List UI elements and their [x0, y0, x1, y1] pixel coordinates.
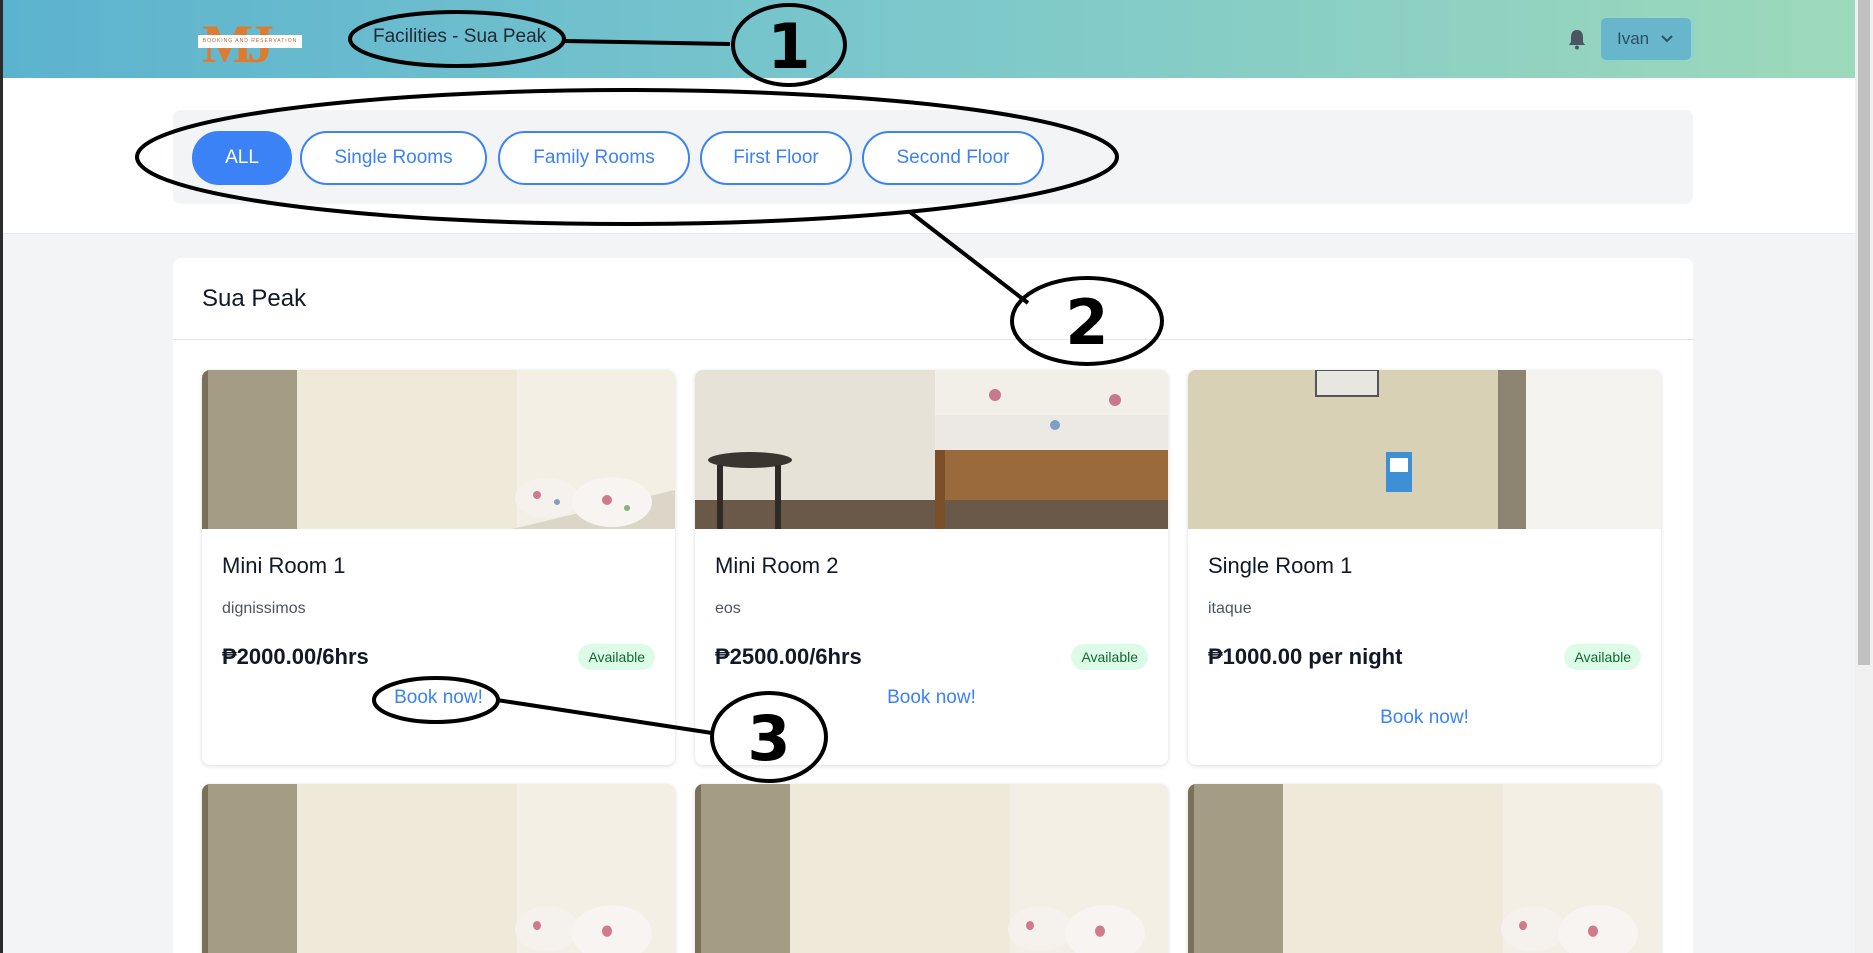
status-badge: Available [1071, 644, 1148, 670]
room-photo [695, 784, 1168, 953]
navbar-divider [1691, 20, 1693, 58]
room-price: ₱2000.00/6hrs [222, 644, 369, 669]
room-card [695, 784, 1168, 953]
status-badge: Available [1564, 644, 1641, 670]
bell-icon[interactable] [1567, 28, 1587, 50]
page-title: Facilities - Sua Peak [373, 26, 547, 47]
filter-all[interactable]: ALL [192, 131, 292, 185]
book-now-link[interactable]: Book now! [695, 687, 1168, 709]
filter-first-floor[interactable]: First Floor [700, 131, 852, 185]
room-name: Mini Room 2 [715, 553, 839, 578]
room-price: ₱2500.00/6hrs [715, 644, 862, 669]
filter-section: ALL Single Rooms Family Rooms First Floo… [3, 78, 1855, 234]
room-name: Mini Room 1 [222, 553, 346, 578]
room-card [1188, 784, 1661, 953]
room-description: itaque [1208, 600, 1252, 617]
room-price: ₱1000.00 per night [1208, 644, 1403, 669]
room-card [202, 784, 675, 953]
top-navbar: MJ BOOKING AND RESERVATION Facilities - … [3, 0, 1855, 78]
status-badge: Available [578, 644, 655, 670]
room-photo [695, 370, 1168, 529]
room-card: Mini Room 1 dignissimos ₱2000.00/6hrs Av… [202, 370, 675, 765]
scrollbar-thumb[interactable] [1858, 0, 1870, 665]
facility-panel: Sua Peak Mini Room 1 dignissimos ₱2000.0… [173, 258, 1693, 953]
user-menu-button[interactable]: Ivan [1601, 18, 1691, 60]
room-description: dignissimos [222, 600, 306, 617]
room-photo [1188, 370, 1661, 529]
room-photo [202, 370, 675, 529]
filter-single-rooms[interactable]: Single Rooms [300, 131, 487, 185]
user-name: Ivan [1617, 29, 1650, 48]
logo-tagline: BOOKING AND RESERVATION [198, 35, 302, 48]
filter-second-floor[interactable]: Second Floor [862, 131, 1044, 185]
filter-bar: ALL Single Rooms Family Rooms First Floo… [173, 110, 1693, 204]
room-description: eos [715, 600, 741, 617]
room-card: Single Room 1 itaque ₱1000.00 per night … [1188, 370, 1661, 765]
room-photo [202, 784, 675, 953]
filter-family-rooms[interactable]: Family Rooms [498, 131, 690, 185]
room-name: Single Room 1 [1208, 553, 1353, 578]
section-title: Sua Peak [173, 258, 1693, 340]
chevron-down-icon [1661, 35, 1673, 43]
book-now-link[interactable]: Book now! [1188, 707, 1661, 729]
book-now-link[interactable]: Book now! [202, 687, 675, 709]
room-card: Mini Room 2 eos ₱2500.00/6hrs Available … [695, 370, 1168, 765]
brand-logo[interactable]: MJ BOOKING AND RESERVATION [198, 13, 302, 75]
browser-viewport: MJ BOOKING AND RESERVATION Facilities - … [0, 0, 1855, 953]
room-photo [1188, 784, 1661, 953]
page-scrollbar[interactable] [1855, 0, 1873, 953]
